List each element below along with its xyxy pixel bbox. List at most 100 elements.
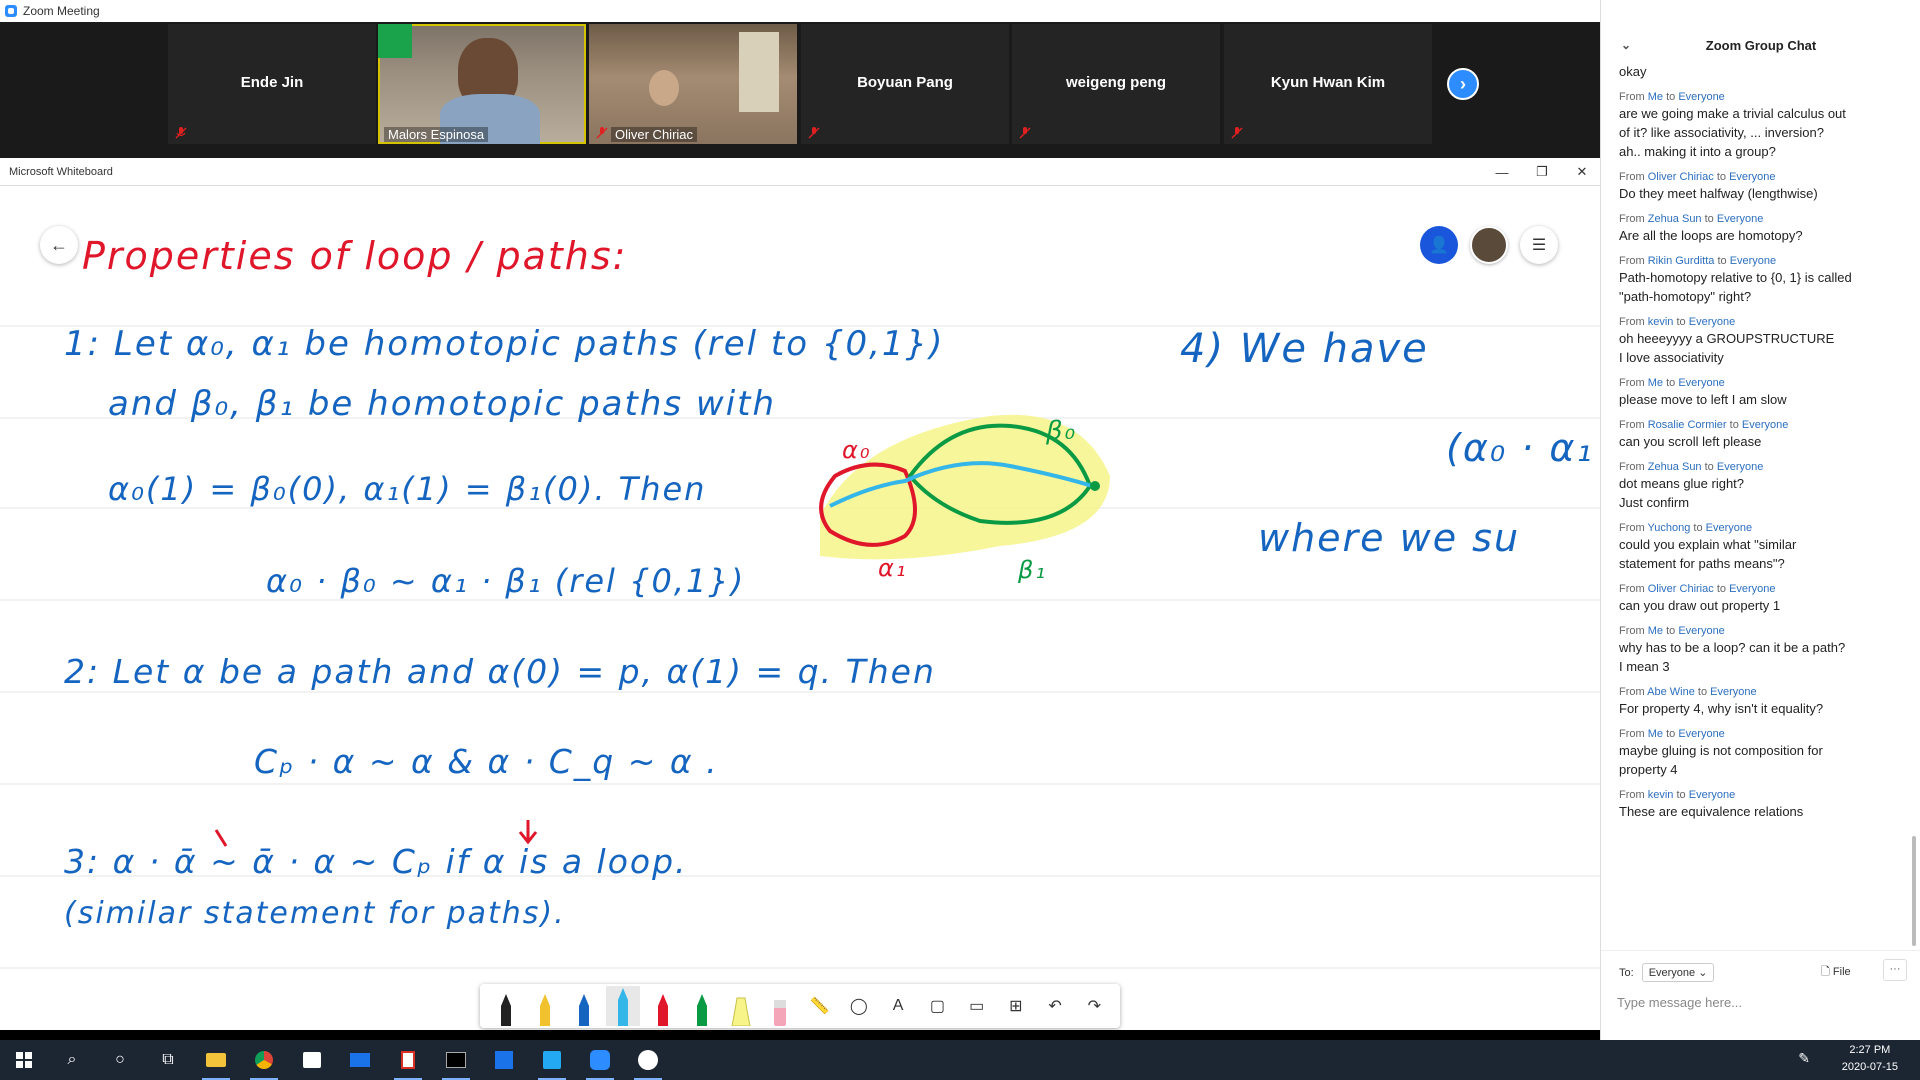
to-label: to <box>1666 377 1676 389</box>
sender-name[interactable]: Me <box>1648 728 1663 740</box>
terminal-icon[interactable] <box>432 1040 480 1080</box>
minimize-icon[interactable]: — <box>1482 158 1522 186</box>
shape-icon[interactable]: ▢ <box>920 986 954 1026</box>
chat-message-text: property 4 <box>1619 762 1678 777</box>
highlighter-icon[interactable] <box>724 986 758 1026</box>
invite-button[interactable]: 👤 <box>1420 226 1458 264</box>
sketch-label: β₀ <box>1046 416 1078 446</box>
task-view-icon[interactable]: ⧉ <box>144 1040 192 1080</box>
sender-name[interactable]: Zehua Sun <box>1648 461 1702 473</box>
windows-start-icon[interactable] <box>0 1040 48 1080</box>
chrome-icon[interactable] <box>240 1040 288 1080</box>
chat-message-text: I mean 3 <box>1619 659 1670 674</box>
ink-line: (similar statement for paths). <box>64 896 566 931</box>
from-label: From <box>1619 789 1645 801</box>
chat-message-input[interactable] <box>1617 989 1907 1015</box>
ink-line: where we su <box>1258 516 1521 560</box>
file-explorer-icon[interactable] <box>192 1040 240 1080</box>
pen-red-icon[interactable] <box>646 986 680 1026</box>
sender-name[interactable]: Oliver Chiriac <box>1648 583 1714 595</box>
undo-icon[interactable]: ↶ <box>1038 986 1072 1026</box>
insert-icon[interactable]: ⊞ <box>999 986 1033 1026</box>
mic-muted-icon <box>1231 127 1243 139</box>
system-clock[interactable]: 2:27 PM 2020-07-15 <box>1842 1042 1898 1076</box>
whiteboard-titlebar: Microsoft Whiteboard — ❐ ✕ <box>0 158 1600 186</box>
sketch-label: β₁ <box>1018 556 1047 584</box>
sender-name[interactable]: Me <box>1648 91 1663 103</box>
more-options-button[interactable]: ··· <box>1883 959 1907 981</box>
redo-icon[interactable]: ↷ <box>1077 986 1111 1026</box>
pen-yellow-icon[interactable] <box>528 986 562 1026</box>
text-icon[interactable]: A <box>881 986 915 1026</box>
calendar-icon[interactable] <box>480 1040 528 1080</box>
participant-tile[interactable]: weigeng peng <box>1012 24 1220 144</box>
back-button[interactable]: ← <box>40 226 78 264</box>
to-label: to <box>1666 625 1676 637</box>
recipient-name: Everyone <box>1678 625 1725 637</box>
pen-workspace-icon[interactable]: ✎ <box>1798 1050 1810 1067</box>
participant-tile[interactable]: Oliver Chiriac <box>589 24 797 144</box>
chat-message-meta: From Yuchong to Everyone <box>1619 521 1897 535</box>
ruler-icon[interactable]: 📏 <box>803 986 837 1026</box>
sender-name[interactable]: Abe Wine <box>1647 686 1695 698</box>
avatar[interactable] <box>1470 226 1508 264</box>
recipient-name: Everyone <box>1729 171 1776 183</box>
whiteboard-window-title: Microsoft Whiteboard <box>9 165 113 178</box>
ink-line: and β₀, β₁ be homotopic paths with <box>108 384 777 424</box>
sender-name[interactable]: Yuchong <box>1648 522 1691 534</box>
zoom-app-icon[interactable] <box>576 1040 624 1080</box>
cortana-icon[interactable]: ○ <box>96 1040 144 1080</box>
sender-name[interactable]: Me <box>1648 377 1663 389</box>
recipient-select[interactable]: Everyone ⌄ <box>1641 963 1715 982</box>
close-icon[interactable]: ✕ <box>1562 158 1602 186</box>
sender-name[interactable]: Zehua Sun <box>1648 213 1702 225</box>
participant-name: Malors Espinosa <box>384 127 489 142</box>
ink-line: 4) We have <box>1180 326 1429 372</box>
pen-blue-icon[interactable] <box>567 986 601 1026</box>
chat-message: From Oliver Chiriac to Everyone Do they m… <box>1619 170 1897 203</box>
sender-name[interactable]: kevin <box>1648 316 1674 328</box>
sender-name[interactable]: Rosalie Cormier <box>1648 419 1727 431</box>
store-icon[interactable] <box>288 1040 336 1080</box>
participant-gallery: Ende Jin Malors Espinosa Oliver Chiriac … <box>0 22 1600 158</box>
eraser-icon[interactable] <box>763 986 797 1026</box>
image-icon[interactable]: ▭ <box>960 986 994 1026</box>
pen-green-icon[interactable] <box>685 986 719 1026</box>
participant-tile[interactable]: Ende Jin <box>168 24 376 144</box>
restore-icon[interactable]: ❐ <box>1522 158 1562 186</box>
ink-line: 1: Let α₀, α₁ be homotopic paths (rel to… <box>64 324 945 364</box>
search-icon[interactable]: ⌕ <box>48 1040 96 1080</box>
chat-message-meta: From kevin to Everyone <box>1619 788 1897 802</box>
sender-name[interactable]: Oliver Chiriac <box>1648 171 1714 183</box>
hamburger-icon: ☰ <box>1531 237 1547 254</box>
chat-message-list[interactable]: okay From Me to Everyone are we going make… <box>1619 62 1897 942</box>
lasso-icon[interactable]: ◯ <box>842 986 876 1026</box>
chevron-down-icon[interactable]: ⌄ <box>1621 38 1631 52</box>
chat-message: From Yuchong to Everyone could you explai… <box>1619 521 1897 573</box>
chat-message: From Zehua Sun to Everyone Are all the lo… <box>1619 212 1897 245</box>
file-button[interactable]: 🗋 File <box>1821 963 1851 982</box>
sender-name[interactable]: kevin <box>1648 789 1674 801</box>
pen-cyan-icon[interactable] <box>606 986 641 1026</box>
participant-tile[interactable]: Malors Espinosa <box>378 24 586 144</box>
chat-message: From Rosalie Cormier to Everyone can you … <box>1619 418 1897 451</box>
pen-black-icon[interactable] <box>489 986 523 1026</box>
chat-message: From Me to Everyone are we going make a t… <box>1619 90 1897 161</box>
chat-message-text: why has to be a loop? can it be a path? <box>1619 640 1846 655</box>
mail-icon[interactable] <box>336 1040 384 1080</box>
chat-scrollbar[interactable] <box>1912 836 1916 946</box>
whiteboard-app-icon[interactable] <box>624 1040 672 1080</box>
whiteboard-canvas[interactable]: Properties of loop / paths: 1: Let α₀, α… <box>0 186 1600 1030</box>
participant-tile[interactable]: Kyun Hwan Kim <box>1224 24 1432 144</box>
clock-date: 2020-07-15 <box>1841 1061 1898 1073</box>
pdf-reader-icon[interactable] <box>384 1040 432 1080</box>
next-page-button[interactable]: › <box>1447 68 1479 100</box>
from-label: From <box>1619 91 1645 103</box>
sender-name[interactable]: Rikin Gurditta <box>1648 255 1715 267</box>
vscode-icon[interactable] <box>528 1040 576 1080</box>
chat-message-text: Are all the loops are homotopy? <box>1619 228 1803 243</box>
chat-panel: ⌄ Zoom Group Chat okay From Me to Everyon… <box>1600 0 1920 1040</box>
menu-button[interactable]: ☰ <box>1520 226 1558 264</box>
sender-name[interactable]: Me <box>1648 625 1663 637</box>
participant-tile[interactable]: Boyuan Pang <box>801 24 1009 144</box>
